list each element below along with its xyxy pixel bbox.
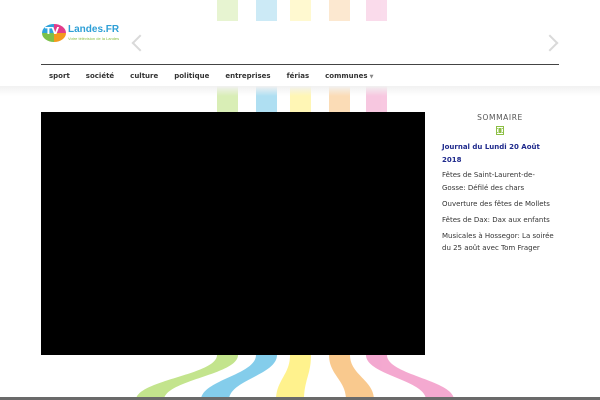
logo-tagline: Votre télévision de la Landes (68, 36, 120, 41)
nav-item-societe[interactable]: société (78, 65, 122, 87)
nav-item-sport[interactable]: sport (41, 65, 78, 87)
nav-shadow (0, 86, 600, 96)
sommaire-item[interactable]: Musicales à Hossegor: La soirée du 25 ao… (440, 230, 560, 255)
background-stripe-bottom (276, 355, 311, 400)
chevron-down-icon: ▼ (369, 73, 374, 80)
chevron-right-icon[interactable] (541, 34, 559, 52)
background-stripe-bottom (201, 355, 277, 400)
sommaire-item[interactable]: Fêtes de Dax: Dax aux enfants (440, 214, 560, 227)
sommaire-title: SOMMAIRE (477, 113, 523, 122)
background-stripe-bottom (329, 355, 374, 400)
nav-item-politique[interactable]: politique (166, 65, 217, 87)
nav-item-entreprises[interactable]: entreprises (217, 65, 278, 87)
nav-item-communes-label: communes (325, 71, 368, 80)
main-navigation: sport société culture politique entrepri… (41, 64, 559, 87)
video-player[interactable] (41, 112, 425, 355)
sommaire-current-label: Journal du Lundi 20 Août 2018 (442, 143, 540, 164)
sommaire-item[interactable]: Ouverture des fêtes de Mollets (440, 198, 560, 211)
film-strip-icon (496, 126, 504, 135)
logo-name: Landes.FR (68, 24, 120, 35)
sommaire-current-journal[interactable]: Journal du Lundi 20 Août 2018 (440, 141, 560, 166)
nav-item-culture[interactable]: culture (122, 65, 166, 87)
nav-item-communes[interactable]: communes ▼ (317, 65, 381, 88)
sommaire-list: Journal du Lundi 20 Août 2018 Fêtes de S… (440, 141, 560, 255)
site-logo[interactable]: TV Landes.FR Votre télévision de la Land… (42, 22, 122, 46)
nav-item-ferias[interactable]: férias (279, 65, 318, 87)
background-stripe-bottom (366, 355, 454, 400)
chevron-left-icon[interactable] (131, 34, 149, 52)
header: TV Landes.FR Votre télévision de la Land… (0, 0, 600, 64)
sommaire-panel: SOMMAIRE Journal du Lundi 20 Août 2018 F… (440, 112, 560, 258)
logo-badge-text: TV (45, 26, 59, 37)
sommaire-item[interactable]: Fêtes de Saint-Laurent-de-Gosse: Défilé … (440, 169, 560, 194)
